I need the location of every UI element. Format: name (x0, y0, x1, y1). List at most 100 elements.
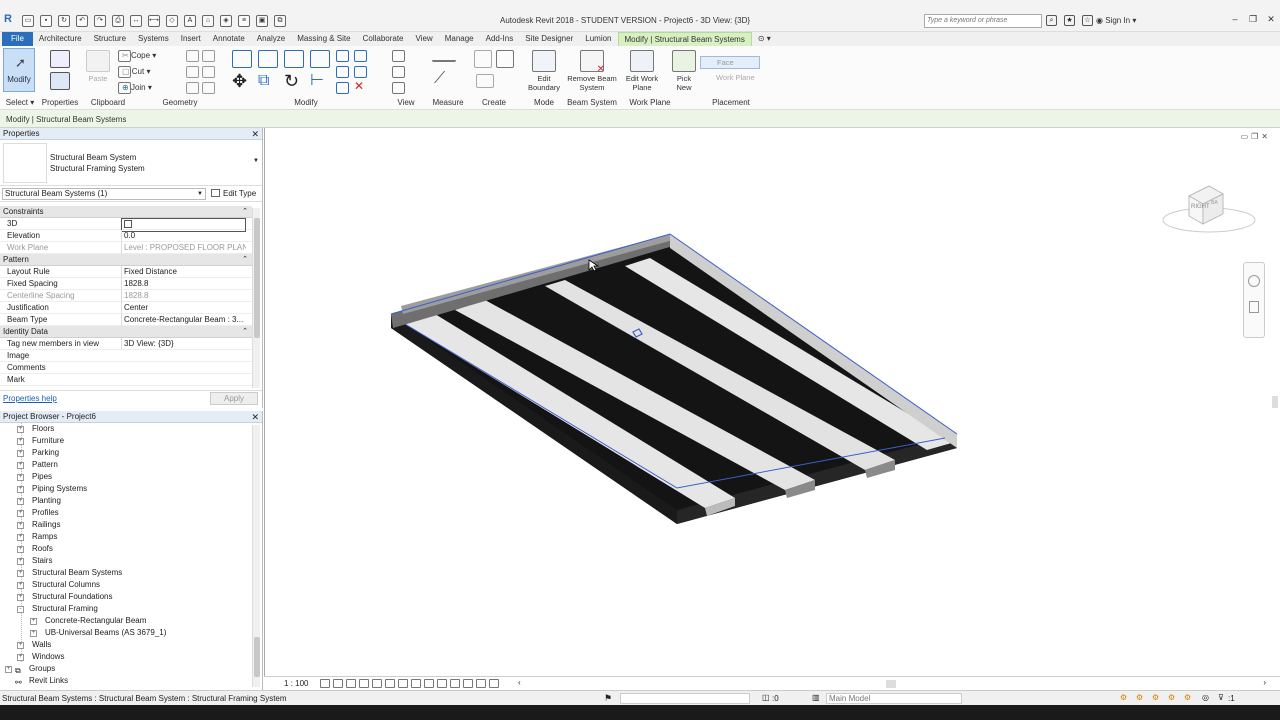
minimize-icon[interactable]: – (1230, 14, 1240, 24)
analytical-model-icon[interactable] (463, 679, 473, 688)
browser-item[interactable]: + Piping Systems (0, 483, 252, 495)
property-row[interactable]: 3D (0, 218, 252, 232)
ribbon-options-icon[interactable]: ⊙ ▾ (752, 32, 777, 46)
linework-icon[interactable] (392, 82, 405, 94)
collapse-icon[interactable]: - (17, 606, 24, 613)
tab-add-ins[interactable]: Add-Ins (480, 32, 520, 46)
text-icon[interactable]: A (184, 15, 196, 27)
property-value[interactable]: Concrete-Rectangular Beam : 3... (121, 314, 246, 326)
browser-scroll-thumb[interactable] (254, 637, 260, 677)
select-links-icon[interactable]: ⚙ (1120, 693, 1127, 702)
align-icon[interactable] (232, 50, 252, 68)
tab-file[interactable]: File (2, 32, 33, 46)
expand-icon[interactable]: + (30, 630, 37, 637)
expand-icon[interactable]: + (17, 450, 24, 457)
array-icon[interactable] (336, 66, 349, 78)
measure-distance-icon[interactable] (432, 50, 456, 62)
browser-item[interactable]: + Stairs (0, 555, 252, 567)
hide-icon[interactable] (392, 50, 405, 62)
pick-new-button[interactable]: Pick New (670, 50, 698, 92)
browser-item[interactable]: + Pipes (0, 471, 252, 483)
close-icon[interactable]: ✕ (1266, 14, 1276, 24)
browser-item[interactable]: - Structural Framing (0, 603, 252, 615)
create-group-icon[interactable] (476, 74, 494, 88)
tab-architecture[interactable]: Architecture (33, 32, 88, 46)
reveal-constraints-icon[interactable] (489, 679, 499, 688)
paint-icon[interactable] (186, 66, 199, 78)
workset-dropdown[interactable] (620, 693, 750, 704)
browser-item[interactable]: + Parking (0, 447, 252, 459)
split-gap-icon[interactable] (354, 50, 367, 62)
sign-in-button[interactable]: ◉ Sign In ▾ (1096, 16, 1136, 25)
scroll-left-icon[interactable]: ‹ (518, 678, 521, 687)
drag-elements-icon[interactable]: ⚙ (1184, 693, 1191, 702)
horizontal-scroll-thumb[interactable] (886, 680, 896, 688)
tab-lumion[interactable]: Lumion (579, 32, 617, 46)
search-input[interactable]: Type a keyword or phrase (924, 14, 1042, 28)
modify-button[interactable]: ➚ Modify (3, 48, 35, 92)
property-row[interactable]: Work Plane Level : PROPOSED FLOOR PLAN (0, 242, 252, 254)
scale-icon[interactable] (354, 66, 367, 78)
tab-systems[interactable]: Systems (132, 32, 175, 46)
expand-icon[interactable]: + (30, 618, 37, 625)
tab-massing-site[interactable]: Massing & Site (291, 32, 356, 46)
paste-button[interactable]: Paste (86, 50, 110, 83)
dimension-tool-icon[interactable]: ⟋ (434, 70, 445, 88)
tab-manage[interactable]: Manage (439, 32, 480, 46)
checkbox[interactable] (124, 220, 132, 228)
switch-windows-icon[interactable]: ⧉ (274, 15, 286, 27)
revit-logo-icon[interactable]: R (4, 13, 14, 27)
select-dropdown[interactable]: Select ▾ (0, 98, 40, 107)
trim-icon[interactable]: ⊢ (310, 72, 324, 90)
expand-icon[interactable]: + (5, 666, 12, 673)
worksets-icon[interactable]: ⚑ (604, 693, 612, 704)
property-value[interactable]: Fixed Distance (121, 266, 246, 278)
expand-icon[interactable]: + (17, 474, 24, 481)
browser-item[interactable]: + Furniture (0, 435, 252, 447)
property-value[interactable]: 0.0 (121, 230, 246, 242)
browser-item[interactable]: + ⧉ Groups (0, 663, 252, 675)
property-row[interactable]: Fixed Spacing 1828.8 (0, 278, 252, 290)
type-dropdown-icon[interactable]: ▼ (253, 158, 259, 164)
properties-scrollbar[interactable] (252, 208, 260, 388)
browser-item[interactable]: + Structural Foundations (0, 591, 252, 603)
close-properties-icon[interactable]: ✕ (251, 128, 259, 140)
render-icon[interactable] (372, 679, 382, 688)
collapse-icon[interactable]: ⌃ (242, 254, 248, 266)
pin-icon[interactable] (336, 82, 349, 94)
edit-work-plane-button[interactable]: Edit Work Plane (620, 50, 664, 92)
expand-icon[interactable]: + (17, 498, 24, 505)
offset-icon[interactable] (258, 50, 278, 68)
expand-icon[interactable]: + (17, 642, 24, 649)
design-options-icon[interactable]: ▥ (812, 693, 820, 702)
properties-icon[interactable] (50, 72, 70, 90)
property-category[interactable]: Constraints ⌃ (0, 206, 252, 218)
design-option-dropdown[interactable]: Main Model (826, 693, 962, 704)
expand-icon[interactable]: + (17, 582, 24, 589)
browser-scrollbar[interactable] (252, 425, 260, 687)
property-category[interactable]: Identity Data ⌃ (0, 326, 252, 338)
save-icon[interactable]: ▪ (40, 15, 52, 27)
split-icon[interactable] (336, 50, 349, 62)
instance-filter-dropdown[interactable]: Structural Beam Systems (1) ▼ (2, 188, 206, 200)
structural-model[interactable] (265, 128, 1280, 676)
cope-button[interactable]: ✂ Cope ▾ (122, 51, 156, 60)
highlight-displacement-icon[interactable] (476, 679, 486, 688)
create-assembly-icon[interactable] (474, 50, 492, 68)
edit-type-button[interactable]: Edit Type (211, 189, 256, 198)
expand-icon[interactable]: + (17, 426, 24, 433)
type-properties-icon[interactable] (50, 50, 70, 68)
reveal-hidden-icon[interactable] (437, 679, 447, 688)
browser-item[interactable]: + Windows (0, 651, 252, 663)
tag-icon[interactable]: ◇ (166, 15, 178, 27)
property-row[interactable]: Tag new members in view 3D View: {3D} (0, 338, 252, 350)
apply-button[interactable]: Apply (210, 392, 258, 405)
section-icon[interactable]: ◈ (220, 15, 232, 27)
demolish-icon[interactable] (186, 82, 199, 94)
tab-collaborate[interactable]: Collaborate (357, 32, 410, 46)
collapse-icon[interactable]: ⌃ (242, 326, 248, 338)
background-processes-icon[interactable]: ◎ (1202, 693, 1209, 702)
viewcube-icon[interactable] (1161, 180, 1257, 240)
cut-button[interactable]: ▢ Cut ▾ (122, 67, 150, 76)
view-scale[interactable]: 1 : 100 (284, 679, 308, 688)
